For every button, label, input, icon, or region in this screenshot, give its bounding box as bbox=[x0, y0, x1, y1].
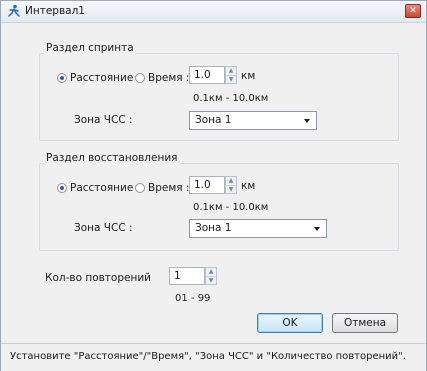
recovery-distance-label: Расстояние bbox=[70, 182, 134, 194]
interval-dialog: Интервал1 ✕ Раздел спринта Расстояние Вр… bbox=[0, 0, 427, 371]
recovery-hr-zone-label: Зона ЧСС : bbox=[74, 222, 133, 234]
close-button[interactable]: ✕ bbox=[405, 4, 421, 18]
sprint-time-label: Время : bbox=[148, 72, 190, 84]
recovery-group-title: Раздел восстановления bbox=[44, 152, 180, 164]
sprint-hr-zone-label: Зона ЧСС : bbox=[74, 114, 133, 126]
sprint-distance-label: Расстояние bbox=[70, 72, 134, 84]
chevron-down-icon[interactable]: ▼ bbox=[206, 277, 216, 285]
sprint-range: 0.1км - 10.0км bbox=[193, 93, 269, 104]
chevron-down-icon bbox=[304, 119, 310, 123]
sprint-value-stepper[interactable]: ▲ ▼ bbox=[225, 66, 237, 84]
sprint-group-title: Раздел спринта bbox=[44, 42, 136, 54]
ok-button[interactable]: OK bbox=[257, 313, 323, 333]
repeats-label: Кол-во повторений bbox=[45, 272, 151, 284]
recovery-value-input[interactable]: 1.0 bbox=[189, 176, 225, 194]
radio-indicator bbox=[135, 73, 145, 83]
recovery-time-radio[interactable]: Время : bbox=[135, 182, 189, 194]
repeats-input[interactable]: 1 bbox=[169, 267, 205, 285]
sprint-unit: км bbox=[241, 70, 256, 82]
sprint-hr-zone-select[interactable]: Зона 1 bbox=[189, 111, 317, 130]
recovery-time-label: Время : bbox=[148, 182, 190, 194]
window-title: Интервал1 bbox=[25, 5, 85, 17]
runner-icon bbox=[8, 4, 20, 17]
radio-indicator bbox=[57, 73, 67, 83]
repeats-range: 01 - 99 bbox=[175, 293, 211, 304]
chevron-down-icon bbox=[314, 227, 320, 231]
status-text: Установите "Расстояние"/"Время", "Зона Ч… bbox=[10, 351, 406, 362]
sprint-hr-zone-value: Зона 1 bbox=[195, 114, 232, 126]
sprint-value-input[interactable]: 1.0 bbox=[189, 66, 225, 84]
chevron-down-icon[interactable]: ▼ bbox=[226, 186, 236, 194]
chevron-down-icon[interactable]: ▼ bbox=[226, 76, 236, 84]
chevron-up-icon[interactable]: ▲ bbox=[226, 67, 236, 76]
sprint-time-radio[interactable]: Время : bbox=[135, 72, 189, 84]
sprint-distance-radio[interactable]: Расстояние bbox=[57, 72, 133, 84]
recovery-range: 0.1км - 10.0км bbox=[193, 202, 269, 213]
recovery-value-stepper[interactable]: ▲ ▼ bbox=[225, 176, 237, 194]
status-bar: Установите "Расстояние"/"Время", "Зона Ч… bbox=[1, 343, 426, 371]
repeats-stepper[interactable]: ▲ ▼ bbox=[205, 267, 217, 285]
chevron-up-icon[interactable]: ▲ bbox=[206, 268, 216, 277]
chevron-up-icon[interactable]: ▲ bbox=[226, 177, 236, 186]
recovery-distance-radio[interactable]: Расстояние bbox=[57, 182, 133, 194]
radio-indicator bbox=[135, 183, 145, 193]
recovery-unit: км bbox=[241, 180, 256, 192]
recovery-hr-zone-value: Зона 1 bbox=[195, 222, 232, 234]
recovery-hr-zone-select[interactable]: Зона 1 bbox=[189, 219, 327, 238]
cancel-button[interactable]: Отмена bbox=[332, 313, 398, 333]
title-bar[interactable]: Интервал1 ✕ bbox=[1, 1, 426, 23]
radio-indicator bbox=[57, 183, 67, 193]
